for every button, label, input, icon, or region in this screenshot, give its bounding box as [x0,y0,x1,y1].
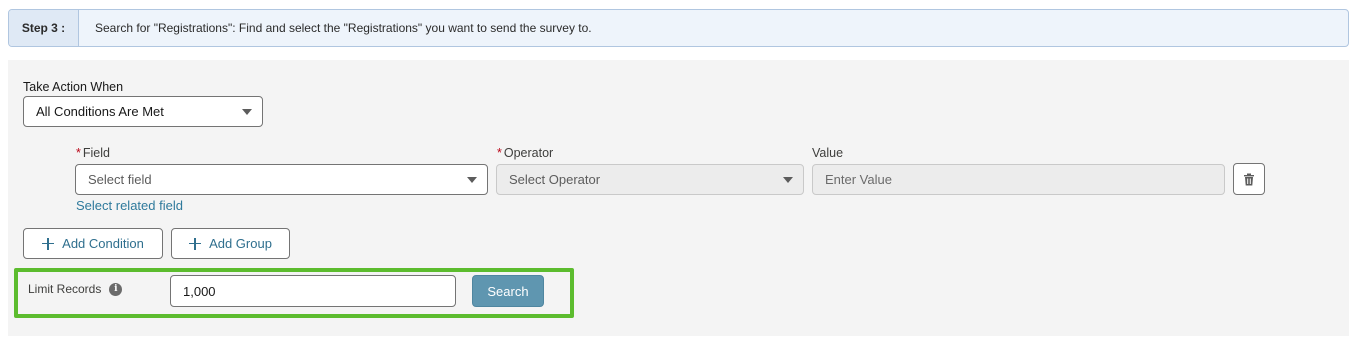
plus-icon [42,237,55,250]
take-action-label: Take Action When [23,80,124,94]
delete-condition-button[interactable] [1233,163,1265,195]
required-marker: * [497,146,502,160]
limit-records-label: Limit Records [28,282,102,296]
operator-label: * Operator [497,146,553,160]
field-label-text: Field [82,146,110,160]
take-action-value: All Conditions Are Met [36,104,164,119]
search-button[interactable]: Search [472,275,544,307]
limit-records-value: 1,000 [183,283,216,299]
value-input[interactable]: Enter Value [812,164,1225,195]
plus-icon [189,237,202,250]
field-select[interactable]: Select field [75,164,488,195]
field-label: * Field [76,146,110,160]
operator-label-text: Operator [503,146,554,160]
step-instruction: Search for "Registrations": Find and sel… [95,21,592,35]
chevron-down-icon [783,177,793,183]
info-icon[interactable]: i [109,282,123,296]
operator-select[interactable]: Select Operator [496,164,804,195]
value-label: Value [812,146,844,160]
step-number: Step 3 : [9,10,79,46]
add-condition-label: Add Condition [62,236,144,251]
limit-records-input[interactable]: 1,000 [170,275,456,307]
operator-placeholder: Select Operator [509,172,601,187]
trash-icon [1244,173,1254,185]
required-marker: * [76,146,81,160]
chevron-down-icon [242,109,252,115]
select-related-field-link[interactable]: Select related field [76,198,183,213]
add-group-button[interactable]: Add Group [171,228,290,259]
field-placeholder: Select field [88,172,152,187]
take-action-select[interactable]: All Conditions Are Met [23,96,263,127]
add-condition-button[interactable]: Add Condition [23,228,163,259]
chevron-down-icon [467,177,477,183]
value-placeholder: Enter Value [825,172,892,187]
limit-records-label-group: Limit Records i [28,282,123,296]
step-header: Step 3 : Search for "Registrations": Fin… [8,9,1349,47]
add-group-label: Add Group [209,236,272,251]
